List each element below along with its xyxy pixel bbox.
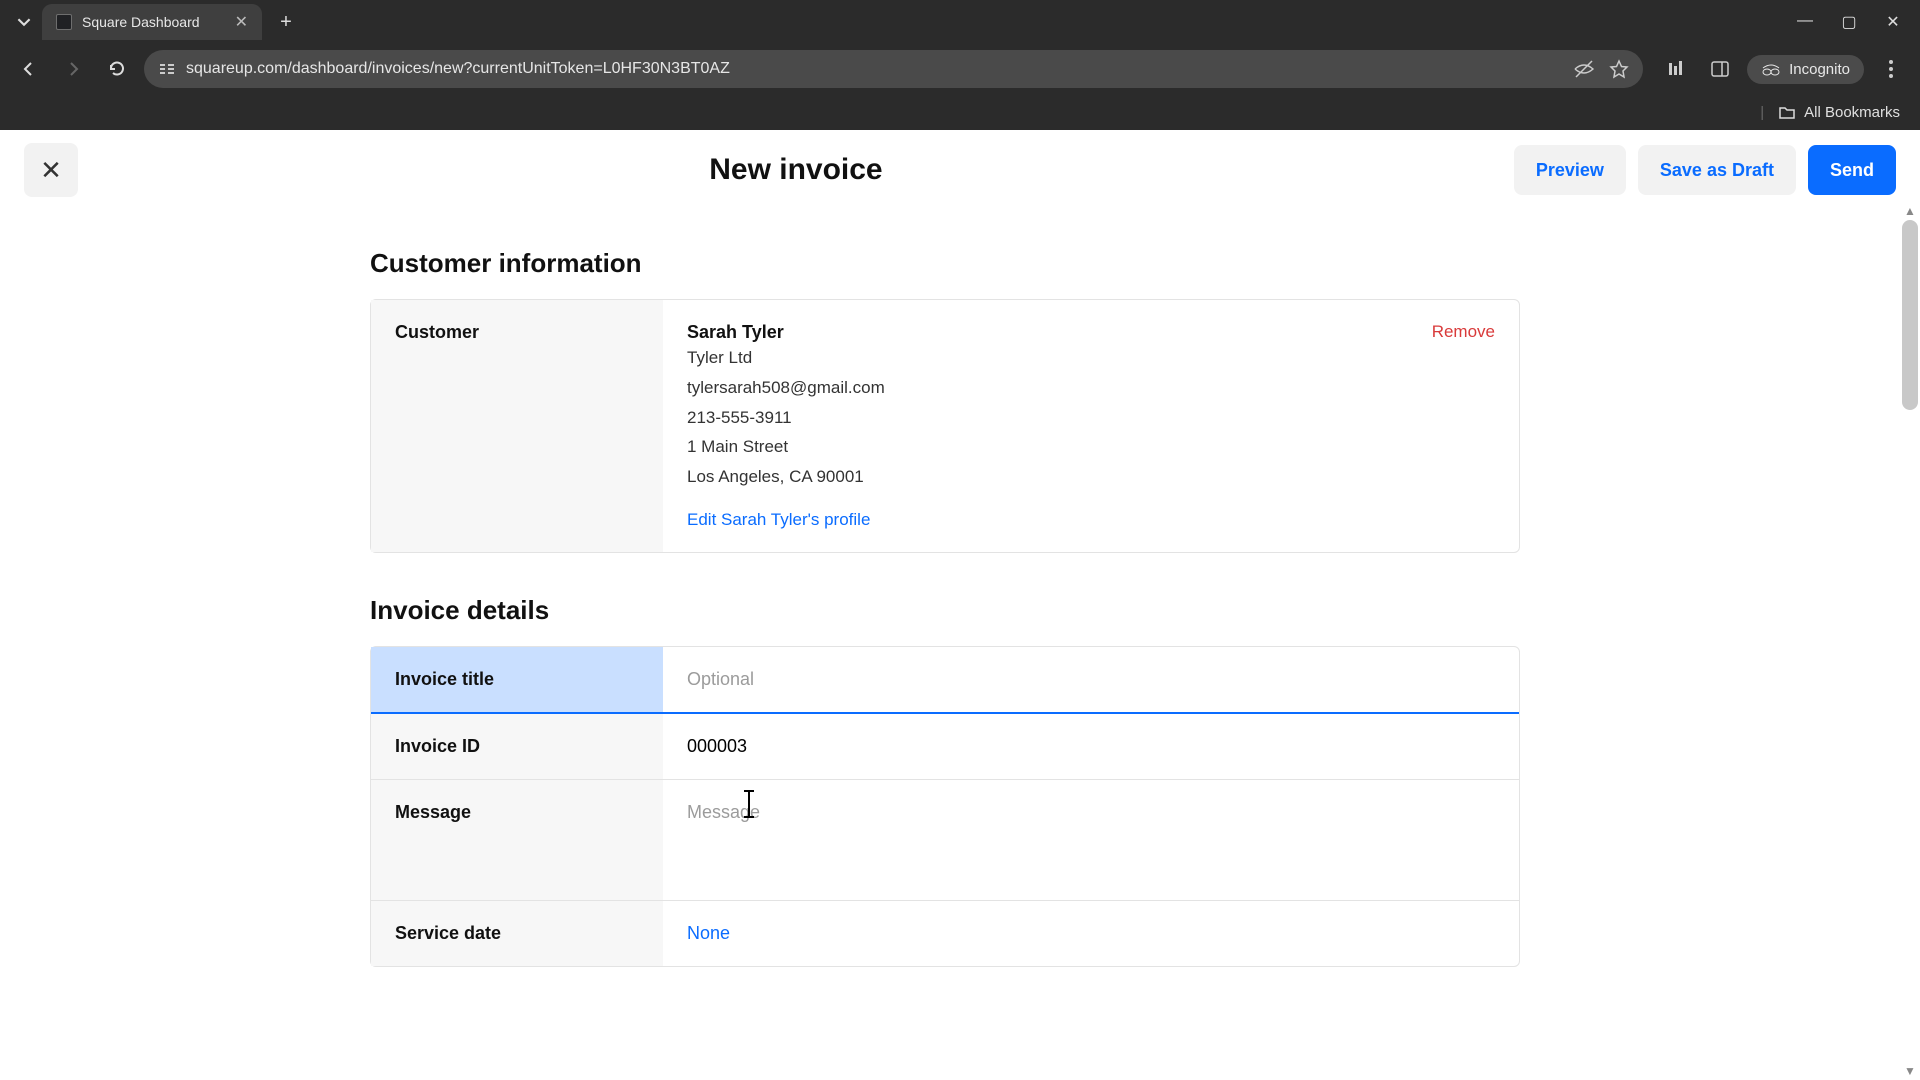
header-actions: Preview Save as Draft Send <box>1514 145 1896 195</box>
scroll-up-icon[interactable]: ▲ <box>1904 204 1916 216</box>
tab-strip: Square Dashboard ✕ + ― ▢ ✕ <box>0 0 1920 44</box>
reload-button[interactable] <box>100 52 134 86</box>
customer-address1: 1 Main Street <box>687 432 1495 462</box>
invoice-title-input[interactable] <box>687 669 1495 690</box>
incognito-badge[interactable]: Incognito <box>1747 55 1864 84</box>
divider: | <box>1760 104 1764 121</box>
service-date-label: Service date <box>371 901 663 966</box>
arrow-right-icon <box>63 59 83 79</box>
service-date-value[interactable]: None <box>687 923 730 943</box>
customer-row: Customer Sarah Tyler Tyler Ltd tylersara… <box>371 300 1519 552</box>
window-controls: ― ▢ ✕ <box>1796 12 1920 32</box>
eye-off-icon[interactable] <box>1573 58 1595 80</box>
customer-phone: 213-555-3911 <box>687 403 1495 433</box>
all-bookmarks-link[interactable]: All Bookmarks <box>1804 104 1900 121</box>
incognito-label: Incognito <box>1789 61 1850 78</box>
incognito-icon <box>1761 62 1781 76</box>
tab-search-dropdown[interactable] <box>6 4 42 40</box>
invoice-message-label: Message <box>371 780 663 900</box>
new-tab-button[interactable]: + <box>270 6 302 38</box>
side-panel-icon[interactable] <box>1703 52 1737 86</box>
chevron-down-icon <box>17 15 31 29</box>
scrollbar-thumb[interactable] <box>1902 220 1918 410</box>
invoice-details-panel: Invoice title Invoice ID Message Service… <box>370 646 1520 967</box>
tab-favicon <box>56 14 72 30</box>
back-button[interactable] <box>12 52 46 86</box>
service-date-row: Service date None <box>371 901 1519 966</box>
customer-panel: Customer Sarah Tyler Tyler Ltd tylersara… <box>370 299 1520 553</box>
invoice-id-input[interactable] <box>687 736 1495 757</box>
remove-customer-link[interactable]: Remove <box>1432 322 1495 342</box>
arrow-left-icon <box>19 59 39 79</box>
customer-info-heading: Customer information <box>370 248 1520 279</box>
maximize-icon[interactable]: ▢ <box>1840 12 1858 32</box>
customer-name: Sarah Tyler <box>687 322 1495 343</box>
site-settings-icon[interactable] <box>158 60 176 78</box>
invoice-details-heading: Invoice details <box>370 595 1520 626</box>
invoice-id-label: Invoice ID <box>371 714 663 779</box>
invoice-title-row: Invoice title <box>371 647 1519 714</box>
customer-label: Customer <box>371 300 663 552</box>
url-text: squareup.com/dashboard/invoices/new?curr… <box>186 60 1563 78</box>
invoice-message-row: Message <box>371 780 1519 901</box>
browser-chrome: Square Dashboard ✕ + ― ▢ ✕ squareup.com/… <box>0 0 1920 130</box>
close-page-button[interactable]: ✕ <box>24 143 78 197</box>
minimize-icon[interactable]: ― <box>1796 12 1814 32</box>
page-title: New invoice <box>78 153 1514 187</box>
star-icon[interactable] <box>1609 59 1629 79</box>
browser-menu-icon[interactable] <box>1874 52 1908 86</box>
app-viewport: ✕ New invoice Preview Save as Draft Send… <box>0 130 1920 1080</box>
browser-tab[interactable]: Square Dashboard ✕ <box>42 4 262 40</box>
customer-value: Sarah Tyler Tyler Ltd tylersarah508@gmai… <box>663 300 1519 552</box>
customer-email: tylersarah508@gmail.com <box>687 373 1495 403</box>
invoice-message-input[interactable] <box>687 802 1495 823</box>
reload-icon <box>107 59 127 79</box>
browser-toolbar: squareup.com/dashboard/invoices/new?curr… <box>0 44 1920 94</box>
close-tab-icon[interactable]: ✕ <box>235 12 248 32</box>
bookmarks-bar: | All Bookmarks <box>0 94 1920 130</box>
invoice-id-row: Invoice ID <box>371 714 1519 780</box>
tab-title: Square Dashboard <box>82 14 200 30</box>
media-control-icon[interactable] <box>1659 52 1693 86</box>
scroll-down-icon[interactable]: ▼ <box>1904 1064 1916 1076</box>
customer-company: Tyler Ltd <box>687 343 1495 373</box>
folder-icon <box>1778 103 1796 121</box>
invoice-title-label: Invoice title <box>371 647 663 712</box>
close-window-icon[interactable]: ✕ <box>1884 12 1902 32</box>
customer-address2: Los Angeles, CA 90001 <box>687 462 1495 492</box>
edit-customer-link[interactable]: Edit Sarah Tyler's profile <box>687 510 870 530</box>
address-bar[interactable]: squareup.com/dashboard/invoices/new?curr… <box>144 50 1643 88</box>
content-area: Customer information Customer Sarah Tyle… <box>370 248 1520 967</box>
app-header: ✕ New invoice Preview Save as Draft Send <box>0 130 1920 210</box>
preview-button[interactable]: Preview <box>1514 145 1626 195</box>
send-button[interactable]: Send <box>1808 145 1896 195</box>
forward-button[interactable] <box>56 52 90 86</box>
save-draft-button[interactable]: Save as Draft <box>1638 145 1796 195</box>
